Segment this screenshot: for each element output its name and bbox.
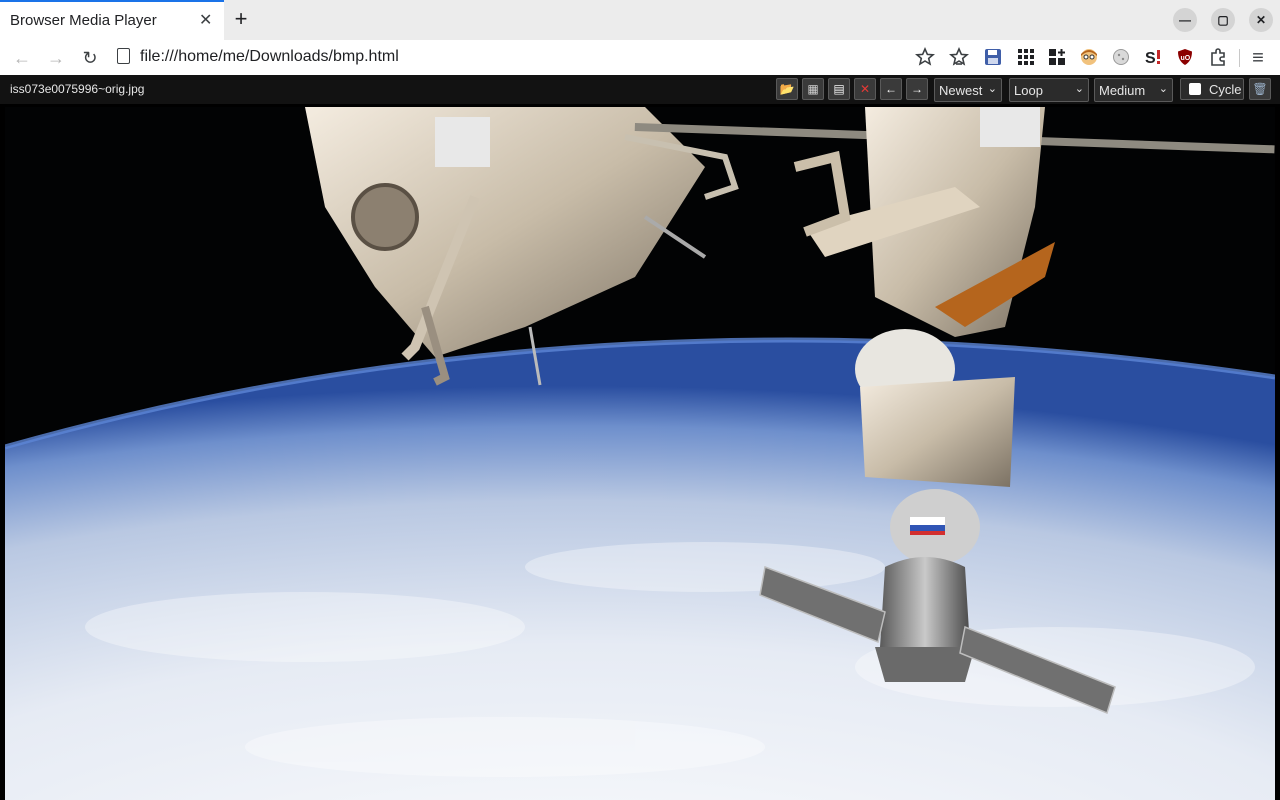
ublock-shield-icon[interactable]: uO <box>1175 47 1195 67</box>
size-select[interactable]: Medium ⌄ <box>1094 78 1173 102</box>
minimize-button[interactable]: — <box>1173 8 1197 32</box>
cycle-label: Cycle <box>1209 82 1242 97</box>
face-extension-icon[interactable] <box>1079 47 1099 67</box>
menu-icon[interactable]: ≡ <box>1246 46 1270 70</box>
delete-button[interactable]: ✕ <box>854 78 876 100</box>
reload-button[interactable]: ↻ <box>78 46 102 70</box>
tab-strip: Browser Media Player ✕ + — ▢ ✕ <box>0 0 1280 40</box>
filename-label: iss073e0075996~orig.jpg <box>10 82 145 96</box>
maximize-button[interactable]: ▢ <box>1211 8 1235 32</box>
save-disk-icon[interactable] <box>983 47 1003 67</box>
player-toolbar: iss073e0075996~orig.jpg 📂 ▦ ▤ ✕ ← → Newe… <box>0 75 1280 104</box>
extensions-puzzle-icon[interactable] <box>1208 47 1228 67</box>
playlist-button[interactable]: ▤ <box>828 78 850 100</box>
trash-icon[interactable]: 🗑 <box>1249 78 1271 100</box>
back-button[interactable]: ← <box>10 46 34 70</box>
size-select-value: Medium <box>1099 83 1146 98</box>
next-button[interactable]: → <box>906 78 928 100</box>
apps-grid-icon[interactable] <box>1016 47 1036 67</box>
media-image <box>5 107 1275 800</box>
chevron-down-icon: ⌄ <box>987 83 997 95</box>
loop-select-value: Loop <box>1014 83 1043 98</box>
cycle-toggle[interactable]: Cycle <box>1180 78 1244 100</box>
address-bar[interactable]: file:///home/me/Downloads/bmp.html <box>140 48 399 66</box>
s-extension-icon[interactable]: S <box>1143 47 1163 67</box>
svg-text:uO: uO <box>1181 55 1191 62</box>
navigation-bar: ← → ↻ file:///home/me/Downloads/bmp.html… <box>0 40 1280 75</box>
close-tab-icon[interactable]: ✕ <box>199 12 212 30</box>
loop-select[interactable]: Loop ⌄ <box>1009 78 1089 102</box>
reading-list-icon[interactable] <box>948 47 970 67</box>
bookmark-star-icon[interactable] <box>914 47 936 67</box>
tab-title: Browser Media Player <box>10 12 157 29</box>
apps-plus-icon[interactable] <box>1047 47 1067 67</box>
new-tab-button[interactable]: + <box>230 8 252 32</box>
forward-button[interactable]: → <box>44 46 68 70</box>
cookie-extension-icon[interactable] <box>1111 47 1131 67</box>
previous-button[interactable]: ← <box>880 78 902 100</box>
chevron-down-icon: ⌄ <box>1158 83 1168 95</box>
toolbar-divider <box>1239 49 1240 67</box>
close-window-button[interactable]: ✕ <box>1249 8 1273 32</box>
open-folder-button[interactable]: 📂 <box>776 78 798 100</box>
cycle-checkbox[interactable] <box>1189 83 1201 95</box>
sort-select-value: Newest <box>939 83 983 98</box>
chevron-down-icon: ⌄ <box>1074 83 1084 95</box>
file-page-icon <box>117 48 130 64</box>
browser-tab[interactable]: Browser Media Player ✕ <box>0 0 224 40</box>
svg-text:S: S <box>1145 50 1156 67</box>
sort-select[interactable]: Newest ⌄ <box>934 78 1002 102</box>
grid-view-button[interactable]: ▦ <box>802 78 824 100</box>
